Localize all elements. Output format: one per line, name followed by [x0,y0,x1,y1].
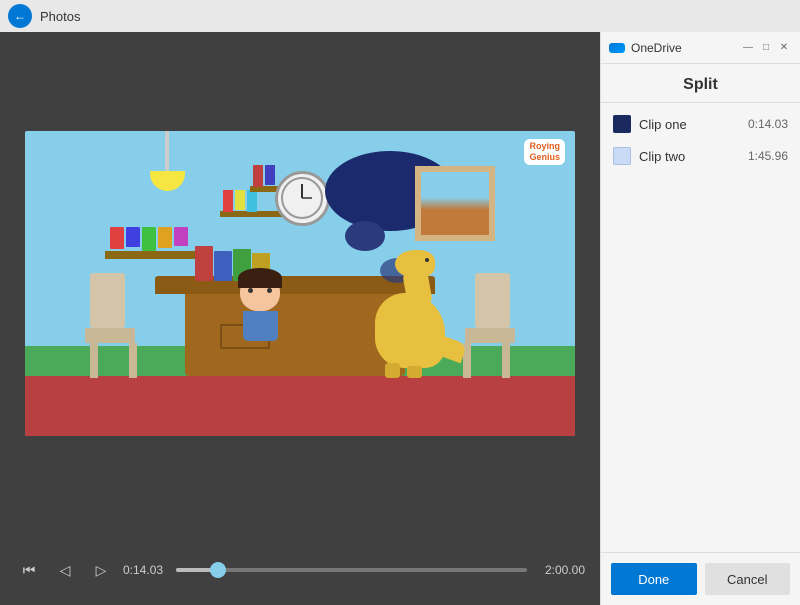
dino-leg1 [385,363,400,378]
shelf-books [110,227,188,251]
boy-body [243,311,278,341]
end-time-label: 2:00.00 [535,563,585,577]
timeline-thumb[interactable] [210,562,226,578]
play-button[interactable]: ▷ [87,556,115,584]
split-header: Split [601,64,800,103]
shelf-book-5 [174,227,188,246]
chair-right-leg2 [502,343,510,378]
back-button[interactable]: ← [8,4,32,28]
clip-2-name: Clip two [639,149,748,164]
stair-book-2 [235,190,245,210]
stair-book-5 [265,165,275,185]
stair-book-3 [247,190,257,212]
clip-1-color [613,115,631,133]
shelf-book-1 [110,227,124,249]
cancel-button[interactable]: Cancel [705,563,791,595]
maximize-button[interactable]: □ [758,40,774,56]
chair-left-back [90,273,125,328]
clip-item-1[interactable]: Clip one 0:14.03 [613,115,788,133]
video-frame: Roying Genius [0,32,600,535]
chair-left-seat [85,328,135,343]
chair-right-seat [465,328,515,343]
close-button[interactable]: ✕ [776,40,792,56]
chair-right-back [475,273,510,328]
play-prev-button[interactable]: ◁ [51,556,79,584]
onedrive-logo-icon [609,43,625,53]
shelf-book-4 [158,227,172,248]
ceiling-light [165,131,169,191]
boy-head [240,273,280,311]
stair-book-4 [253,165,263,187]
right-panel: OneDrive — □ ✕ Split Clip one 0:14.03 Cl… [600,32,800,605]
boy-hair [238,268,282,288]
clip-2-color [613,147,631,165]
panel-actions: Done Cancel [601,552,800,605]
picture-frame [415,166,495,241]
chair-left-leg2 [129,343,137,378]
boy-character [240,273,280,341]
floor-red [25,376,575,436]
rewind-button[interactable]: ⏮ [15,556,43,584]
video-area: Roying Genius [0,32,600,605]
controls-bar: ⏮ ◁ ▷ 0:14.03 2:00.00 [0,535,600,605]
minimize-button[interactable]: — [740,40,756,56]
onedrive-title-text: OneDrive [631,41,738,55]
dinosaur-character [365,268,465,378]
chair-left-leg1 [90,343,98,378]
dino-body [375,293,445,368]
clock-face [280,176,325,221]
done-button[interactable]: Done [611,563,697,595]
clips-list: Clip one 0:14.03 Clip two 1:45.96 [601,103,800,552]
clip-item-2[interactable]: Clip two 1:45.96 [613,147,788,165]
wall-clock [275,171,330,226]
scene-background: Roying Genius [25,131,575,436]
dino-eye [425,258,429,262]
main-container: Roying Genius [0,32,800,605]
shelf-book-3 [142,227,156,251]
desk-book-2 [214,251,232,281]
shelf-book-2 [126,227,140,247]
wall-shelf [105,251,205,259]
onedrive-title-bar: OneDrive — □ ✕ [601,32,800,64]
stair-book-1 [223,190,233,212]
boy-eye-right [267,288,272,293]
dino-leg2 [407,366,422,378]
title-bar: ← Photos [0,0,800,32]
boy-eye-left [248,288,253,293]
current-time-label: 0:14.03 [123,563,168,577]
timeline-track[interactable] [176,568,527,572]
timeline-container[interactable] [176,560,527,580]
roying-genius-logo: Roying Genius [524,139,565,165]
clip-2-duration: 1:45.96 [748,149,788,163]
video-content: Roying Genius [25,131,575,436]
app-title: Photos [40,9,80,24]
desk-book-1 [195,246,213,281]
clip-1-name: Clip one [639,117,748,132]
clip-1-duration: 0:14.03 [748,117,788,131]
picture-content [421,172,489,235]
